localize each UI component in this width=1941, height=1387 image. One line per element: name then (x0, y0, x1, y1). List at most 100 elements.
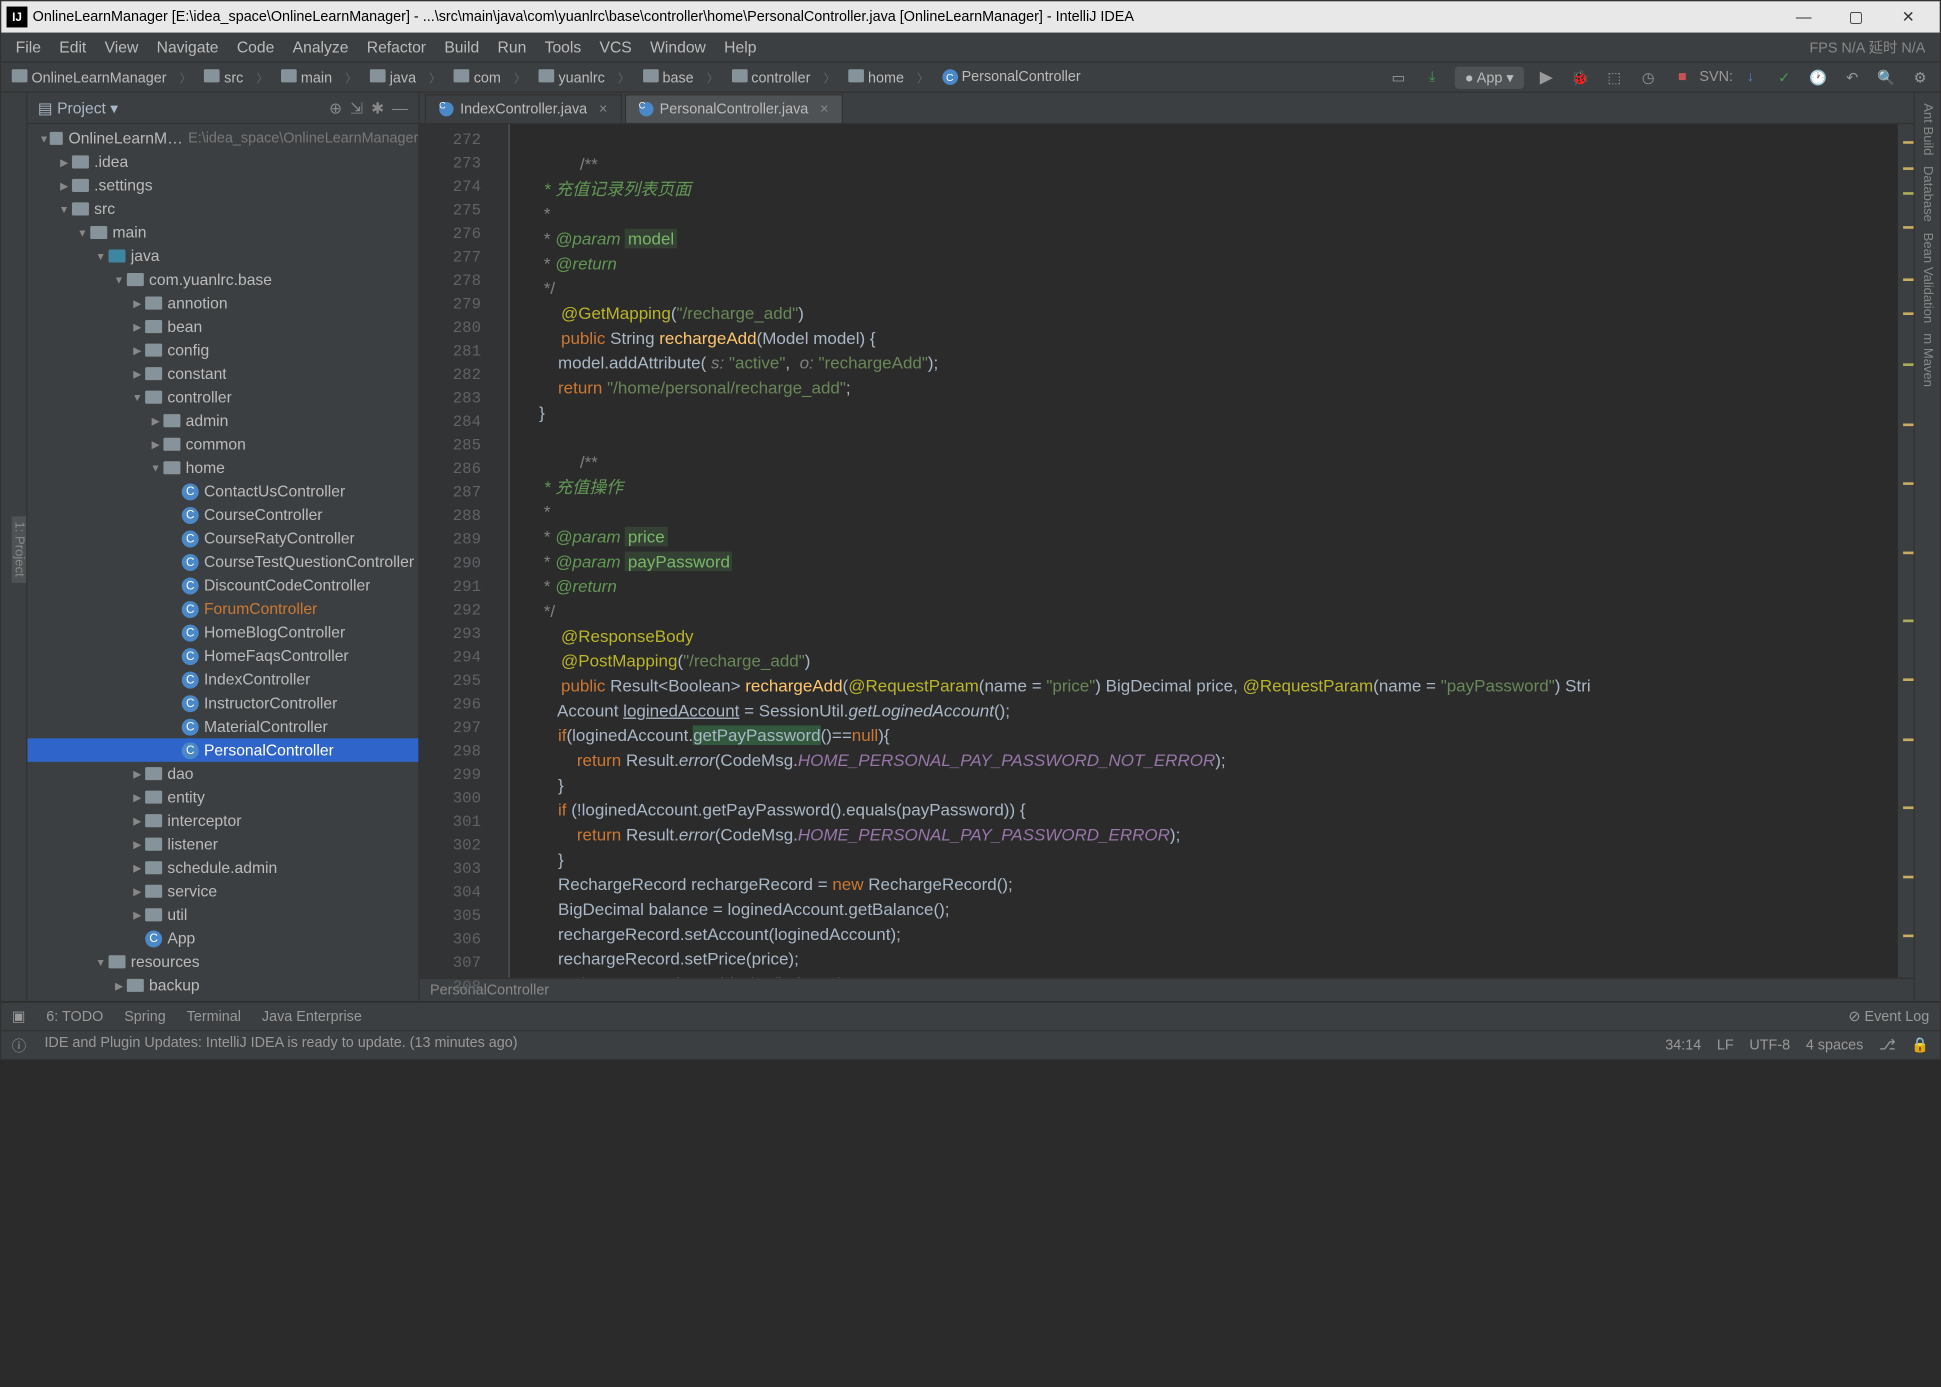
breadcrumb-item[interactable]: home (846, 69, 907, 86)
tree-item[interactable]: ▶annotion (27, 291, 418, 315)
bean-validation-tool-button[interactable]: Bean Validation (1920, 227, 1934, 328)
menu-edit[interactable]: Edit (50, 38, 95, 56)
close-button[interactable]: ✕ (1882, 1, 1934, 32)
breadcrumb-item[interactable]: base (640, 69, 696, 86)
breadcrumb-item[interactable]: main (279, 69, 335, 86)
lock-icon[interactable]: 🔒 (1911, 1037, 1929, 1054)
maximize-button[interactable]: ▢ (1830, 1, 1882, 32)
tree-item[interactable]: ▼resources (27, 950, 418, 974)
tree-item[interactable]: CDiscountCodeController (27, 574, 418, 598)
menu-code[interactable]: Code (228, 38, 284, 56)
editor-tab[interactable]: CIndexController.java× (425, 94, 622, 123)
vcs-update-icon[interactable]: ↓ (1738, 65, 1762, 89)
collapse-all-icon[interactable]: ⇲ (350, 99, 363, 117)
tree-item[interactable]: ▶constant (27, 362, 418, 386)
breadcrumb-item[interactable]: yuanlrc (536, 69, 607, 86)
editor-tab[interactable]: CPersonalController.java× (624, 94, 843, 123)
profile-icon[interactable]: ◷ (1636, 65, 1660, 89)
breadcrumb-item[interactable]: OnlineLearnManager (9, 69, 169, 86)
menu-refactor[interactable]: Refactor (358, 38, 436, 56)
tree-item[interactable]: CCourseRatyController (27, 527, 418, 551)
fold-gutter[interactable] (491, 124, 509, 978)
stop-icon[interactable]: ■ (1670, 65, 1694, 89)
tree-item[interactable]: ▶schedule.admin (27, 856, 418, 880)
tree-item[interactable]: CInstructorController (27, 691, 418, 715)
tree-item[interactable]: ▶dao (27, 762, 418, 786)
tree-item[interactable]: CIndexController (27, 668, 418, 692)
project-tree[interactable]: ▼OnlineLearnManagerE:\idea_space\OnlineL… (27, 124, 418, 1001)
tree-item[interactable]: ▶service (27, 880, 418, 904)
tree-item[interactable]: ▼controller (27, 386, 418, 410)
close-tab-icon[interactable]: × (820, 101, 828, 117)
tree-item[interactable]: ▶entity (27, 786, 418, 810)
line-gutter[interactable]: 272 273 274 275 276 277 278 279 280 281 … (420, 124, 492, 978)
vcs-revert-icon[interactable]: ↶ (1840, 65, 1864, 89)
coverage-icon[interactable]: ⬚ (1602, 65, 1626, 89)
tree-item[interactable]: ▶interceptor (27, 809, 418, 833)
tree-item[interactable]: ▶backup (27, 974, 418, 998)
gear-icon[interactable]: ✱ (371, 99, 384, 117)
tool-window-toggle[interactable]: ▣ (12, 1008, 26, 1025)
database-tool-button[interactable]: Database (1920, 161, 1934, 227)
encoding[interactable]: UTF-8 (1749, 1037, 1790, 1053)
tree-item[interactable]: CApp (27, 927, 418, 951)
status-message[interactable]: IDE and Plugin Updates: IntelliJ IDEA is… (44, 1035, 517, 1056)
editor-breadcrumb[interactable]: PersonalController (420, 978, 1914, 1002)
search-icon[interactable]: 🔍 (1874, 65, 1898, 89)
tree-item[interactable]: CForumController (27, 597, 418, 621)
minimize-button[interactable]: — (1778, 1, 1830, 32)
maven-tool-button[interactable]: m Maven (1920, 328, 1934, 392)
ant-tool-button[interactable]: Ant Build (1920, 98, 1934, 161)
tree-item[interactable]: ▶.settings (27, 174, 418, 198)
breadcrumb-item[interactable]: java (367, 69, 418, 86)
tree-item[interactable]: ▼home (27, 456, 418, 480)
hide-icon[interactable]: — (392, 99, 408, 117)
breadcrumb-item[interactable]: controller (729, 69, 813, 86)
menu-analyze[interactable]: Analyze (283, 38, 357, 56)
tree-item[interactable]: ▶bean (27, 315, 418, 339)
menu-window[interactable]: Window (641, 38, 715, 56)
caret-position[interactable]: 34:14 (1665, 1037, 1701, 1053)
git-branch-icon[interactable]: ⎇ (1879, 1037, 1896, 1054)
tree-item[interactable]: ▶config (27, 339, 418, 363)
tree-item[interactable]: ▼main (27, 221, 418, 245)
spring-tool-button[interactable]: Spring (124, 1008, 166, 1024)
tree-item[interactable]: CContactUsController (27, 480, 418, 504)
tree-item[interactable]: ▼OnlineLearnManagerE:\idea_space\OnlineL… (27, 127, 418, 151)
project-tool-button[interactable]: 1: Project (12, 517, 26, 583)
locate-icon[interactable]: ⊕ (329, 99, 342, 117)
vcs-history-icon[interactable]: 🕐 (1806, 65, 1830, 89)
tree-item[interactable]: ▼com.yuanlrc.base (27, 268, 418, 292)
tree-item[interactable]: CMaterialController (27, 715, 418, 739)
tree-item[interactable]: ▼java (27, 244, 418, 268)
menu-navigate[interactable]: Navigate (147, 38, 227, 56)
tree-item[interactable]: ▶listener (27, 833, 418, 857)
tree-item[interactable]: CCourseController (27, 503, 418, 527)
breadcrumb-item[interactable]: com (451, 69, 503, 86)
line-separator[interactable]: LF (1717, 1037, 1734, 1053)
tree-item[interactable]: ▼src (27, 197, 418, 221)
settings-icon[interactable]: ⚙ (1908, 65, 1932, 89)
terminal-tool-button[interactable]: Terminal (187, 1008, 241, 1024)
menu-run[interactable]: Run (488, 38, 535, 56)
tree-item[interactable]: ▶admin (27, 409, 418, 433)
vcs-commit-icon[interactable]: ✓ (1772, 65, 1796, 89)
tree-item[interactable]: CPersonalController (27, 738, 418, 762)
menu-build[interactable]: Build (435, 38, 488, 56)
close-tab-icon[interactable]: × (599, 101, 607, 117)
menu-view[interactable]: View (95, 38, 147, 56)
breadcrumb[interactable]: OnlineLearnManager src main java com yua… (9, 69, 1083, 86)
menu-help[interactable]: Help (715, 38, 766, 56)
tree-item[interactable]: ▶.idea (27, 150, 418, 174)
tree-item[interactable]: CCourseTestQuestionController (27, 550, 418, 574)
tree-item[interactable]: CHomeFaqsController (27, 644, 418, 668)
indent[interactable]: 4 spaces (1806, 1037, 1864, 1053)
menu-file[interactable]: File (7, 38, 51, 56)
menu-vcs[interactable]: VCS (590, 38, 641, 56)
run-config-select[interactable]: ● App ▾ (1454, 66, 1524, 88)
menu-tools[interactable]: Tools (535, 38, 590, 56)
error-stripe[interactable] (1898, 124, 1914, 978)
breadcrumb-item[interactable]: src (202, 69, 246, 86)
tree-item[interactable]: ▶common (27, 433, 418, 457)
build-icon[interactable]: ⤓ (1420, 65, 1444, 89)
